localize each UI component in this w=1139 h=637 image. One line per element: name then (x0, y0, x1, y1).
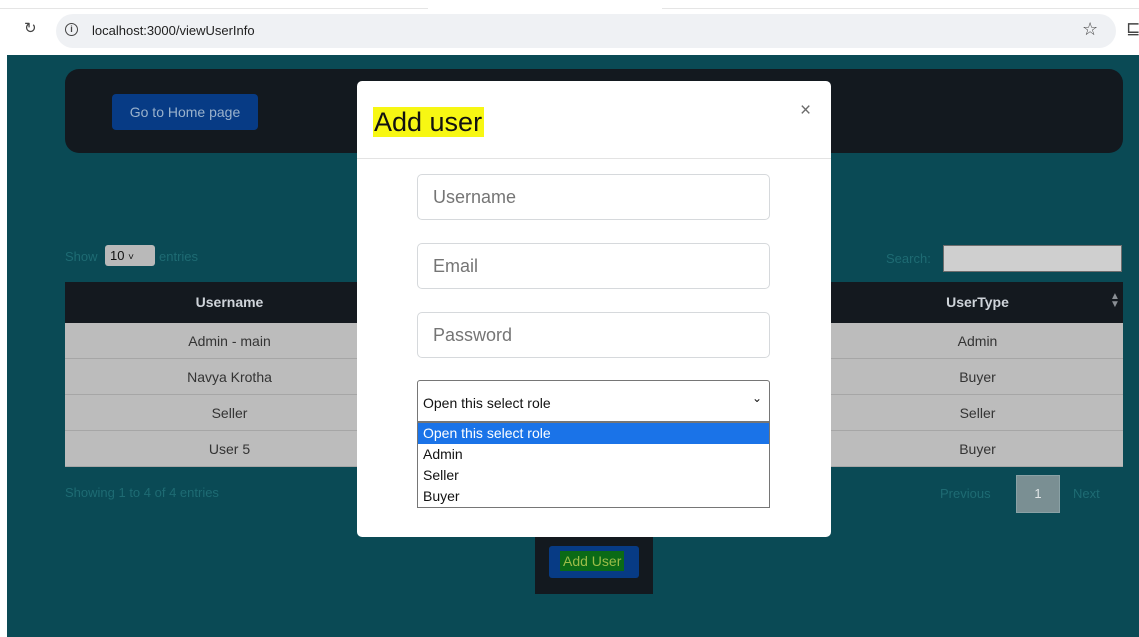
role-option-admin[interactable]: Admin (418, 444, 769, 465)
role-select-value: Open this select role (423, 395, 551, 411)
go-home-button[interactable]: Go to Home page (112, 94, 258, 130)
tab-strip-divider (0, 8, 428, 9)
role-option-buyer[interactable]: Buyer (418, 486, 769, 507)
cell-username: Seller (211, 405, 248, 421)
pagination-previous[interactable]: Previous (940, 486, 991, 501)
add-user-label[interactable]: Add User (560, 551, 625, 571)
showing-info: Showing 1 to 4 of 4 entries (65, 485, 219, 500)
pagination-next[interactable]: Next (1073, 486, 1100, 501)
reload-icon[interactable]: ↻ (24, 19, 37, 37)
extensions-icon[interactable]: ⊑ (1126, 19, 1139, 39)
site-info-icon[interactable]: i (65, 23, 78, 36)
sort-icon[interactable]: ▲ ▼ (1110, 292, 1120, 310)
username-field[interactable] (417, 174, 770, 220)
cell-usertype: Buyer (959, 369, 996, 385)
chevron-down-icon: ˅ (128, 252, 134, 263)
cell-usertype: Admin (957, 333, 998, 349)
cell-username: User 5 (208, 441, 251, 457)
column-header-usertype[interactable]: UserType (832, 282, 1123, 323)
email-field[interactable] (417, 243, 770, 289)
search-input[interactable] (943, 245, 1122, 272)
cell-username: Navya Krotha (187, 369, 272, 385)
cell-usertype: Buyer (959, 441, 996, 457)
role-option-placeholder[interactable]: Open this select role (418, 423, 769, 444)
entries-label: entries (159, 249, 199, 264)
bookmark-star-icon[interactable]: ☆ (1082, 19, 1098, 40)
cell-username: Admin - main (188, 333, 271, 349)
url-text[interactable]: localhost:3000/viewUserInfo (92, 23, 255, 38)
role-option-seller[interactable]: Seller (418, 465, 769, 486)
tab-strip-divider (662, 8, 1139, 9)
close-icon[interactable]: × (800, 100, 811, 122)
modal-title: Add user (373, 107, 485, 137)
entries-value: 10 (110, 248, 125, 263)
cell-usertype: Seller (959, 405, 996, 421)
password-field[interactable] (417, 312, 770, 358)
show-label: Show (65, 249, 98, 264)
entries-select[interactable]: 10 ˅ (105, 245, 155, 266)
search-label: Search: (886, 251, 931, 266)
chevron-down-icon: ⌄ (752, 391, 763, 405)
pagination-page-1[interactable]: 1 (1016, 475, 1060, 513)
column-header-username[interactable]: Username (65, 282, 394, 323)
